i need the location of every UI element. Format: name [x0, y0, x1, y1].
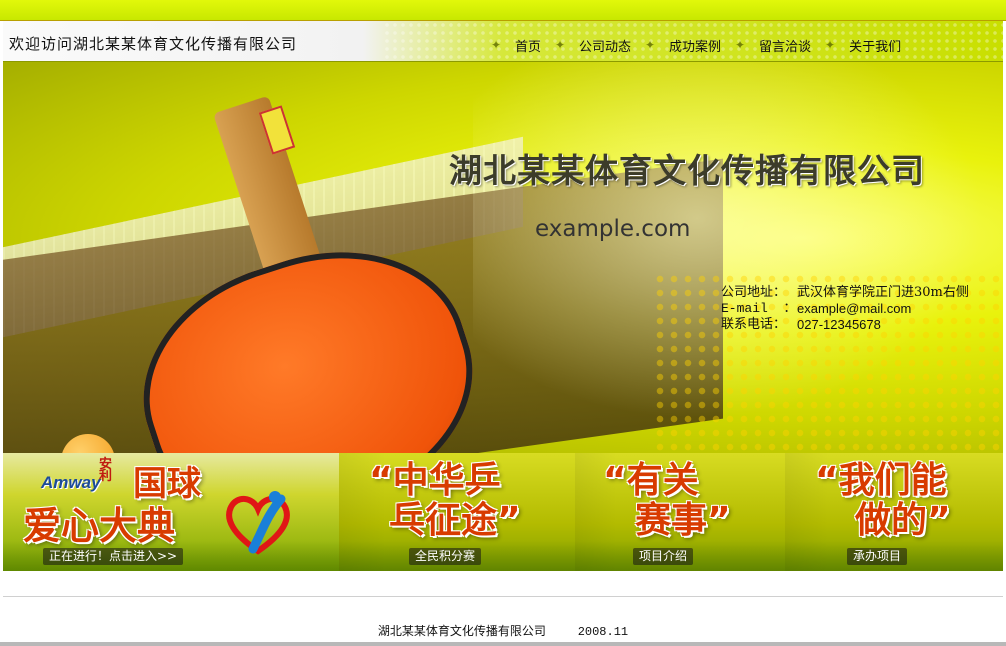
banner-2-line1: “中华乒 — [369, 460, 501, 501]
banner-related-events[interactable]: “有关 赛事” 项目介绍 — [575, 453, 785, 571]
phone-value: 027-12345678 — [797, 317, 881, 332]
banner-3-line2: 赛事” — [635, 500, 731, 541]
nav-separator-icon: ✦ — [825, 38, 836, 52]
footer-divider — [3, 596, 1003, 597]
banner-1-line1: 国球 — [133, 464, 201, 504]
contact-info: 公司地址： 武汉体育学院正门进30m右侧 E-mail ： example@ma… — [721, 285, 969, 333]
contact-phone-row: 联系电话： 027-12345678 — [721, 317, 969, 333]
address-label: 公司地址： — [721, 285, 787, 300]
email-label: E-mail ： — [721, 301, 797, 316]
charity-heart-icon — [226, 491, 290, 555]
company-title: 湖北某某体育文化传播有限公司 — [449, 151, 925, 190]
banner-china-pingpong-journey[interactable]: “中华乒 乓征途” 全民积分赛 — [339, 453, 575, 571]
banner-1-line2: 爱心大典 — [23, 504, 176, 548]
banner-what-we-can-do[interactable]: “我们能 做的” 承办项目 — [785, 453, 1003, 571]
banner-2-caption: 全民积分赛 — [409, 548, 482, 565]
banner-2-line2: 乓征途” — [389, 500, 521, 541]
nav-separator-icon: ✦ — [490, 38, 502, 52]
site-footer: 湖北某某体育文化传播有限公司 2008.11 — [0, 622, 1006, 639]
nav-home[interactable]: 首页 — [509, 36, 547, 55]
main-nav: ✦ 首页 ✦ 公司动态 ✦ 成功案例 ✦ 留言洽谈 ✦ 关于我们 — [483, 35, 907, 55]
amway-cn-logo: 安利 — [99, 457, 113, 484]
banner-1-caption: 正在进行！点击进入>> — [43, 548, 184, 565]
hero-banner: 湖北某某体育文化传播有限公司 example.com 公司地址： 武汉体育学院正… — [3, 62, 1003, 453]
address-value: 武汉体育学院正门进30m右侧 — [797, 285, 969, 300]
phone-label: 联系电话： — [721, 317, 787, 332]
site-header: 欢迎访问湖北某某体育文化传播有限公司 ✦ 首页 ✦ 公司动态 ✦ 成功案例 ✦ … — [3, 21, 1003, 62]
contact-address-row: 公司地址： 武汉体育学院正门进30m右侧 — [721, 285, 969, 301]
nav-separator-icon: ✦ — [735, 38, 746, 52]
feature-banners: Amway 安利 国球 爱心大典 正在进行！点击进入>> “中华乒 乓征途” 全… — [3, 453, 1003, 571]
banner-amway-charity[interactable]: Amway 安利 国球 爱心大典 正在进行！点击进入>> — [3, 453, 339, 571]
contact-email-row: E-mail ： example@mail.com — [721, 301, 969, 317]
site-domain: example.com — [535, 216, 691, 242]
nav-message-board[interactable]: 留言洽谈 — [753, 36, 817, 55]
nav-separator-icon: ✦ — [554, 38, 566, 52]
welcome-text: 欢迎访问湖北某某体育文化传播有限公司 — [9, 35, 298, 53]
nav-company-news[interactable]: 公司动态 — [573, 36, 637, 55]
top-accent-bar — [0, 0, 1006, 21]
banner-4-caption: 承办项目 — [847, 548, 908, 565]
email-value[interactable]: example@mail.com — [797, 301, 911, 317]
amway-logo: Amway — [41, 473, 101, 492]
nav-success-cases[interactable]: 成功案例 — [663, 36, 727, 55]
nav-about-us[interactable]: 关于我们 — [843, 36, 907, 55]
banner-3-caption: 项目介绍 — [633, 548, 694, 565]
footer-date: 2008.11 — [577, 625, 629, 639]
page-bottom-edge — [0, 642, 1006, 646]
footer-company: 湖北某某体育文化传播有限公司 — [377, 624, 546, 638]
banner-3-line1: “有关 — [603, 460, 699, 501]
banner-4-line2: 做的” — [855, 500, 951, 541]
banner-4-line1: “我们能 — [815, 460, 947, 501]
nav-separator-icon: ✦ — [645, 38, 656, 52]
